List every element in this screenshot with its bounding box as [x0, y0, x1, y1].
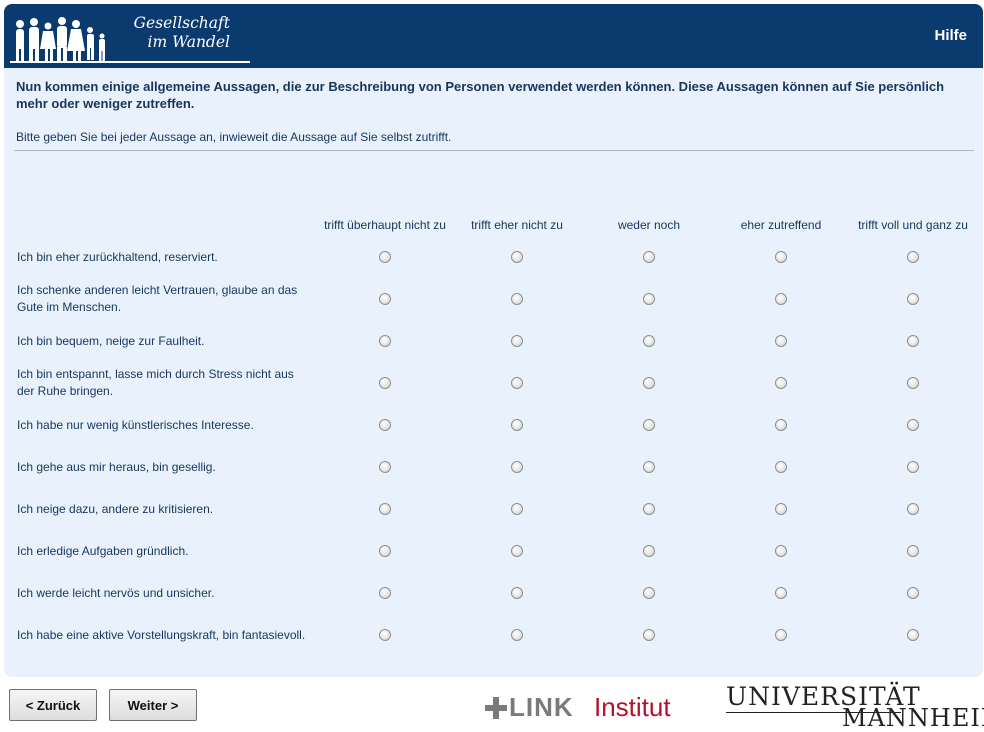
rating-radio[interactable]: [379, 335, 391, 347]
brand-line-1: Gesellschaft: [133, 14, 230, 32]
next-button[interactable]: Weiter >: [109, 689, 197, 721]
column-header: weder noch: [617, 218, 681, 232]
rating-radio[interactable]: [907, 293, 919, 305]
rating-radio[interactable]: [379, 461, 391, 473]
rating-radio[interactable]: [511, 503, 523, 515]
rating-radio[interactable]: [775, 629, 787, 641]
rating-radio[interactable]: [643, 377, 655, 389]
rating-radio[interactable]: [907, 545, 919, 557]
rating-radio[interactable]: [907, 629, 919, 641]
rating-radio[interactable]: [511, 587, 523, 599]
question-panel: Nun kommen einige allgemeine Aussagen, d…: [4, 68, 983, 677]
rating-radio[interactable]: [379, 503, 391, 515]
rating-radio[interactable]: [775, 461, 787, 473]
rating-radio[interactable]: [511, 545, 523, 557]
rating-radio[interactable]: [775, 377, 787, 389]
rating-radio[interactable]: [907, 335, 919, 347]
column-header: eher zutreffend: [740, 218, 822, 232]
rating-radio[interactable]: [643, 461, 655, 473]
rating-radio[interactable]: [775, 503, 787, 515]
statement-label: Ich neige dazu, andere zu kritisieren.: [17, 501, 214, 516]
rating-radio[interactable]: [511, 461, 523, 473]
link-logo-word: LINK: [509, 692, 574, 722]
back-button[interactable]: < Zurück: [9, 689, 97, 721]
rating-radio[interactable]: [643, 503, 655, 515]
rating-radio[interactable]: [907, 461, 919, 473]
separator: [14, 150, 974, 151]
rating-radio[interactable]: [643, 335, 655, 347]
rating-radio[interactable]: [379, 251, 391, 263]
rating-radio[interactable]: [775, 545, 787, 557]
rating-radio[interactable]: [643, 293, 655, 305]
rating-radio[interactable]: [775, 419, 787, 431]
rating-radio[interactable]: [643, 251, 655, 263]
rating-radio[interactable]: [511, 377, 523, 389]
statement-label: Ich habe nur wenig künstlerisches Intere…: [17, 417, 254, 432]
rating-radio[interactable]: [775, 587, 787, 599]
link-cross-icon: [485, 697, 507, 719]
statement-label: Ich schenke anderen leicht Vertrauen, gl…: [17, 283, 298, 314]
statement-label: Ich werde leicht nervös und unsicher.: [17, 585, 215, 600]
link-logo-institut: Institut: [594, 692, 671, 722]
statement-label: Ich bin bequem, neige zur Faulheit.: [17, 333, 205, 348]
header-bar: Gesellschaft im Wandel Hilfe: [4, 4, 983, 68]
rating-radio[interactable]: [643, 545, 655, 557]
brand-line-2: im Wandel: [147, 33, 230, 51]
rating-radio[interactable]: [379, 545, 391, 557]
rating-radio[interactable]: [379, 419, 391, 431]
brand-title: Gesellschaft im Wandel: [110, 14, 230, 52]
statement-label: Ich erledige Aufgaben gründlich.: [17, 543, 189, 558]
rating-radio[interactable]: [511, 293, 523, 305]
column-header: trifft eher nicht zu: [471, 218, 563, 232]
instruction-text: Bitte geben Sie bei jeder Aussage an, in…: [16, 130, 452, 144]
rating-radio[interactable]: [511, 251, 523, 263]
column-header: trifft überhaupt nicht zu: [324, 218, 446, 232]
rating-radio[interactable]: [907, 377, 919, 389]
rating-radio[interactable]: [907, 503, 919, 515]
rating-radio[interactable]: [643, 629, 655, 641]
rating-radio[interactable]: [511, 419, 523, 431]
rating-radio[interactable]: [643, 587, 655, 599]
rating-radio[interactable]: [775, 251, 787, 263]
help-link[interactable]: Hilfe: [934, 27, 967, 44]
rating-radio[interactable]: [907, 419, 919, 431]
statement-label: Ich bin entspannt, lasse mich durch Stre…: [17, 367, 294, 398]
rating-radio[interactable]: [775, 293, 787, 305]
rating-radio[interactable]: [643, 419, 655, 431]
rating-radio[interactable]: [379, 629, 391, 641]
university-logo: UNIVERSITÄT MANNHEIM: [726, 682, 984, 732]
rating-radio[interactable]: [511, 629, 523, 641]
intro-text: Nun kommen einige allgemeine Aussagen, d…: [16, 79, 945, 111]
rating-radio[interactable]: [511, 335, 523, 347]
statement-label: Ich bin eher zurückhaltend, reserviert.: [17, 249, 218, 264]
statement-label: Ich habe eine aktive Vorstellungskraft, …: [17, 627, 306, 642]
rating-radio[interactable]: [907, 251, 919, 263]
link-institut-logo: LINK Institut: [485, 692, 685, 722]
rating-radio[interactable]: [379, 293, 391, 305]
column-header: trifft voll und ganz zu: [858, 218, 968, 232]
rating-radio[interactable]: [379, 587, 391, 599]
rating-radio[interactable]: [907, 587, 919, 599]
rating-radio[interactable]: [379, 377, 391, 389]
rating-radio[interactable]: [775, 335, 787, 347]
statement-label: Ich gehe aus mir heraus, bin gesellig.: [17, 459, 216, 474]
